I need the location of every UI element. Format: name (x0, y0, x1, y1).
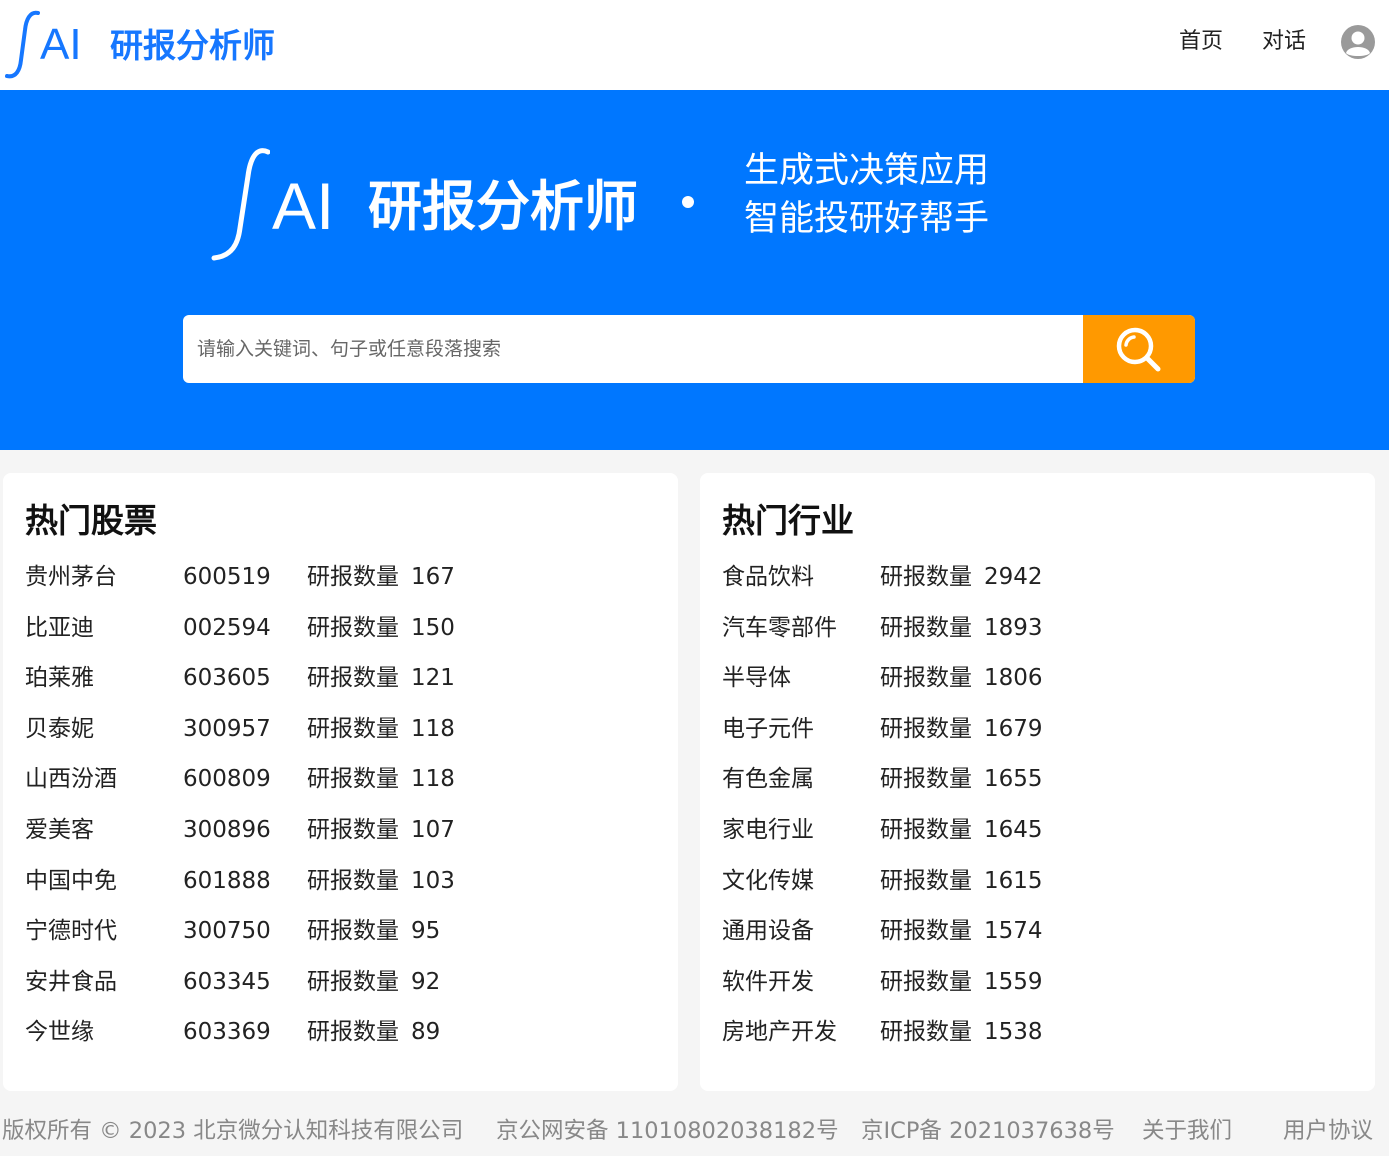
report-count-label: 研报数量 (307, 918, 399, 945)
footer-copyright: 版权所有 © 2023 北京微分认知科技有限公司 (2, 1118, 464, 1144)
report-count-label: 研报数量 (307, 614, 399, 641)
stock-name[interactable]: 中国中免 (25, 861, 117, 901)
app-name[interactable]: 研报分析师 (110, 24, 275, 68)
hot-industries-card: 热门行业 食品饮料 研报数量 2942 汽车零部件 研报数量 1893 半导体 研报数量 180… (700, 473, 1375, 1091)
report-count-label: 研报数量 (880, 918, 972, 945)
report-count-label: 研报数量 (307, 766, 399, 793)
search-bar (183, 315, 1195, 383)
hero-banner: AI 研报分析师 生成式决策应用 智能投研好帮手 (0, 90, 1389, 450)
industry-name[interactable]: 汽车零部件 (722, 608, 837, 648)
hot-stocks-card: 热门股票 贵州茅台 600519 研报数量 167 比亚迪 002594 研报数量 150 珀莱… (3, 473, 678, 1091)
report-count-label: 研报数量 (880, 564, 972, 590)
report-count: 167 (411, 564, 455, 590)
report-count-label: 研报数量 (880, 867, 972, 894)
hero-logo-ai-text: AI (272, 169, 335, 243)
footer-icp[interactable]: 京ICP备 2021037638号 (861, 1112, 1115, 1150)
hero-tagline-line2: 智能投研好帮手 (744, 199, 990, 239)
logo-ai-text: AI (40, 20, 82, 69)
report-count: 118 (411, 715, 455, 742)
report-count-label: 研报数量 (880, 766, 972, 793)
stock-code: 300957 (183, 715, 271, 742)
stock-code: 600519 (183, 564, 271, 590)
stock-code: 603605 (183, 665, 271, 692)
report-count-label: 研报数量 (880, 715, 972, 742)
search-button[interactable] (1083, 315, 1195, 383)
report-count: 150 (411, 614, 455, 641)
stock-name[interactable]: 山西汾酒 (25, 759, 117, 799)
stock-code: 603345 (183, 968, 271, 995)
user-avatar-icon[interactable] (1340, 24, 1376, 60)
stock-code: 601888 (183, 867, 271, 894)
stock-code: 603369 (183, 1019, 271, 1046)
industry-name[interactable]: 软件开发 (722, 962, 814, 1002)
stock-name[interactable]: 贝泰妮 (25, 709, 94, 749)
industry-name[interactable]: 有色金属 (722, 759, 814, 799)
report-count: 92 (411, 968, 441, 995)
hero-tagline-line1: 生成式决策应用 (744, 151, 990, 191)
report-count: 1645 (984, 816, 1043, 843)
hot-stocks-title: 热门股票 (25, 501, 157, 540)
report-count: 95 (411, 918, 441, 945)
report-count: 1655 (984, 766, 1043, 793)
nav-chat-link[interactable]: 对话 (1262, 26, 1306, 58)
stock-name[interactable]: 今世缘 (25, 1012, 94, 1052)
report-count-label: 研报数量 (880, 665, 972, 692)
report-count: 89 (411, 1019, 441, 1046)
stock-code: 300896 (183, 816, 271, 843)
report-count: 1893 (984, 614, 1043, 641)
stock-code: 002594 (183, 614, 271, 641)
footer-terms-link[interactable]: 用户协议 (1283, 1112, 1373, 1150)
integral-logo-icon (211, 148, 270, 261)
stock-name[interactable]: 贵州茅台 (25, 557, 117, 597)
report-count-label: 研报数量 (307, 816, 399, 843)
report-count: 2942 (984, 564, 1043, 590)
report-count: 1559 (984, 968, 1043, 995)
industry-name[interactable]: 食品饮料 (722, 557, 814, 597)
integral-logo-icon (5, 10, 40, 79)
hero-app-name: 研报分析师 (368, 175, 638, 238)
report-count: 107 (411, 816, 455, 843)
report-count: 1538 (984, 1019, 1043, 1046)
stock-name[interactable]: 珀莱雅 (25, 658, 94, 698)
report-count-label: 研报数量 (307, 968, 399, 995)
report-count-label: 研报数量 (880, 1019, 972, 1046)
report-count-label: 研报数量 (307, 1019, 399, 1046)
stock-name[interactable]: 比亚迪 (25, 608, 94, 648)
footer-about-link[interactable]: 关于我们 (1142, 1112, 1232, 1150)
nav-home-link[interactable]: 首页 (1179, 26, 1223, 58)
hot-industries-title: 热门行业 (722, 501, 854, 540)
report-count: 103 (411, 867, 455, 894)
stock-name[interactable]: 爱美客 (25, 810, 94, 850)
industry-name[interactable]: 文化传媒 (722, 861, 814, 901)
footer-beian[interactable]: 京公网安备 11010802038182号 (496, 1112, 839, 1150)
report-count-label: 研报数量 (307, 867, 399, 894)
stock-name[interactable]: 安井食品 (25, 962, 117, 1002)
report-count-label: 研报数量 (307, 715, 399, 742)
report-count: 1574 (984, 918, 1043, 945)
stock-code: 600809 (183, 766, 271, 793)
report-count-label: 研报数量 (307, 665, 399, 692)
industry-name[interactable]: 家电行业 (722, 810, 814, 850)
report-count: 121 (411, 665, 455, 692)
industry-name[interactable]: 半导体 (722, 658, 791, 698)
report-count-label: 研报数量 (880, 816, 972, 843)
report-count-label: 研报数量 (880, 968, 972, 995)
report-count: 1615 (984, 867, 1043, 894)
industry-name[interactable]: 房地产开发 (722, 1012, 837, 1052)
industry-name[interactable]: 通用设备 (722, 911, 814, 951)
stock-code: 300750 (183, 918, 271, 945)
report-count: 1806 (984, 665, 1043, 692)
top-navbar: AI 研报分析师 首页 对话 (0, 0, 1389, 90)
report-count-label: 研报数量 (307, 564, 399, 590)
stock-name[interactable]: 宁德时代 (25, 911, 117, 951)
report-count-label: 研报数量 (880, 614, 972, 641)
search-icon (1116, 327, 1161, 372)
report-count: 118 (411, 766, 455, 793)
search-input[interactable] (183, 315, 1083, 383)
separator-dot (682, 196, 694, 208)
report-count: 1679 (984, 715, 1043, 742)
industry-name[interactable]: 电子元件 (722, 709, 814, 749)
